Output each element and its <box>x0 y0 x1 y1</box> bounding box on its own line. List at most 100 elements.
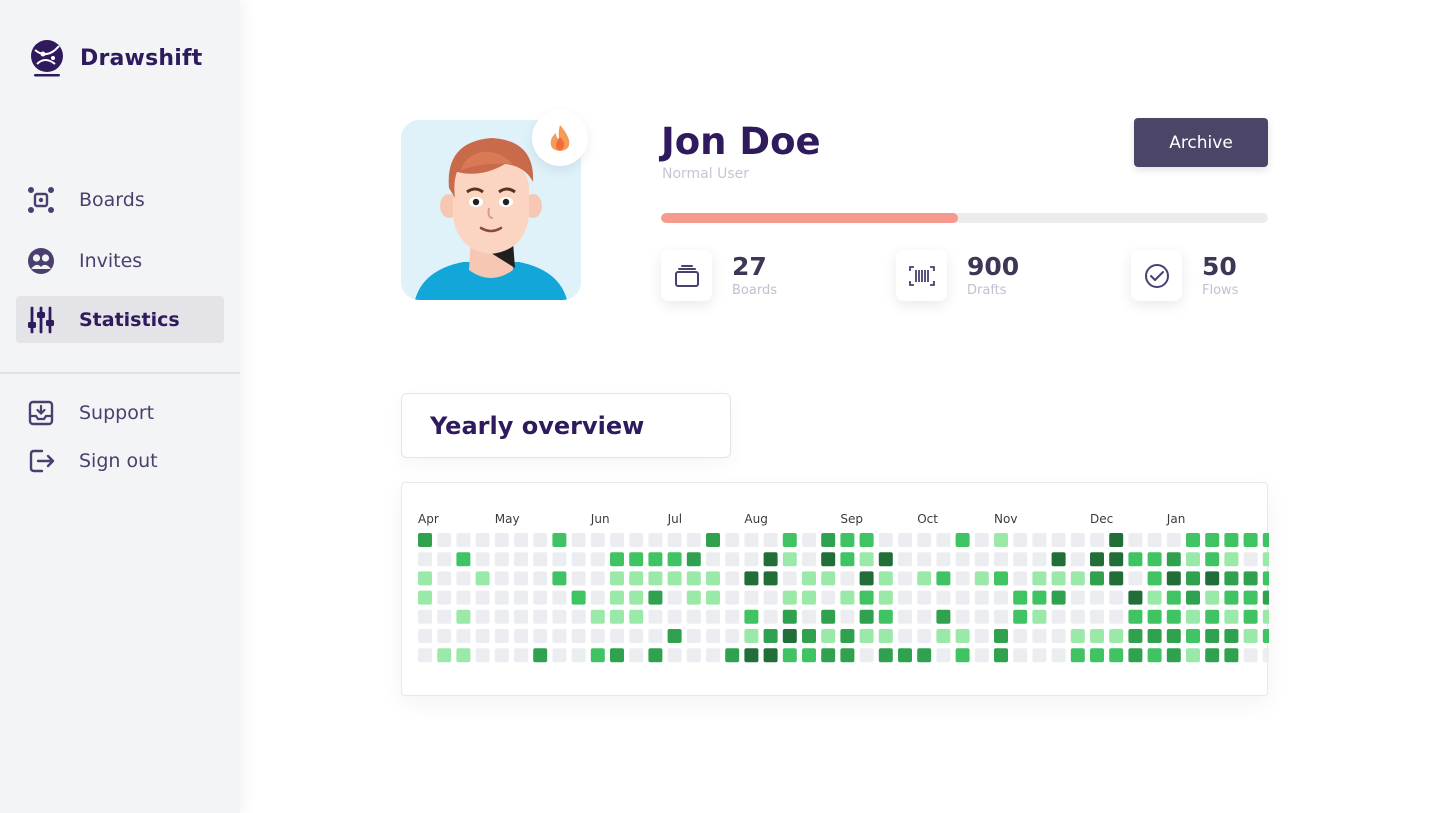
heatmap-cell[interactable] <box>1070 609 1085 624</box>
heatmap-cell[interactable] <box>590 571 605 586</box>
heatmap-cell[interactable] <box>610 648 624 663</box>
heatmap-cell[interactable] <box>1205 571 1220 586</box>
heatmap-cell[interactable] <box>590 648 605 663</box>
sidebar-item-boards[interactable]: Boards <box>16 176 224 223</box>
heatmap-cell[interactable] <box>418 590 432 605</box>
heatmap-cell[interactable] <box>1147 590 1162 605</box>
heatmap-cell[interactable] <box>1013 609 1028 624</box>
heatmap-cell[interactable] <box>1262 571 1269 586</box>
heatmap-cell[interactable] <box>1032 533 1047 547</box>
heatmap-cell[interactable] <box>917 552 932 567</box>
heatmap-cell[interactable] <box>974 590 989 605</box>
heatmap-cell[interactable] <box>840 571 855 586</box>
heatmap-cell[interactable] <box>648 552 663 567</box>
heatmap-cell[interactable] <box>974 609 989 624</box>
heatmap-cell[interactable] <box>706 629 720 643</box>
heatmap-cell[interactable] <box>475 648 490 663</box>
sidebar-item-support[interactable]: Support <box>16 389 224 436</box>
heatmap-cell[interactable] <box>782 571 797 586</box>
heatmap-cell[interactable] <box>1109 648 1124 663</box>
heatmap-cell[interactable] <box>802 571 816 586</box>
heatmap-cell[interactable] <box>1070 648 1085 663</box>
heatmap-cell[interactable] <box>514 552 528 567</box>
heatmap-cell[interactable] <box>1186 552 1200 567</box>
heatmap-cell[interactable] <box>1090 609 1104 624</box>
heatmap-cell[interactable] <box>917 533 932 547</box>
heatmap-cell[interactable] <box>1243 648 1258 663</box>
heatmap-cell[interactable] <box>552 571 567 586</box>
heatmap-cell[interactable] <box>667 648 682 663</box>
heatmap-cell[interactable] <box>1090 533 1104 547</box>
heatmap-cell[interactable] <box>1070 533 1085 547</box>
heatmap-cell[interactable] <box>418 629 432 643</box>
heatmap-cell[interactable] <box>1147 552 1162 567</box>
heatmap-cell[interactable] <box>1147 533 1162 547</box>
heatmap-cell[interactable] <box>898 609 912 624</box>
heatmap-cell[interactable] <box>1128 590 1143 605</box>
heatmap-cell[interactable] <box>437 533 452 547</box>
heatmap-cell[interactable] <box>1243 571 1258 586</box>
heatmap-cell[interactable] <box>1243 629 1258 643</box>
heatmap-cell[interactable] <box>802 648 816 663</box>
heatmap-cell[interactable] <box>706 590 720 605</box>
heatmap-cell[interactable] <box>878 552 893 567</box>
heatmap-cell[interactable] <box>629 590 644 605</box>
heatmap-cell[interactable] <box>744 629 759 643</box>
heatmap-cell[interactable] <box>936 648 951 663</box>
heatmap-cell[interactable] <box>571 590 586 605</box>
heatmap-cell[interactable] <box>782 609 797 624</box>
heatmap-cell[interactable] <box>437 629 452 643</box>
heatmap-cell[interactable] <box>1262 648 1269 663</box>
heatmap-cell[interactable] <box>802 590 816 605</box>
heatmap-cell[interactable] <box>917 590 932 605</box>
heatmap-cell[interactable] <box>744 571 759 586</box>
heatmap-cell[interactable] <box>725 648 740 663</box>
heatmap-cell[interactable] <box>686 609 701 624</box>
heatmap-cell[interactable] <box>533 648 548 663</box>
heatmap-cell[interactable] <box>802 552 816 567</box>
heatmap-cell[interactable] <box>840 533 855 547</box>
heatmap-cell[interactable] <box>1013 571 1028 586</box>
heatmap-cell[interactable] <box>974 552 989 567</box>
heatmap-cell[interactable] <box>1147 609 1162 624</box>
heatmap-cell[interactable] <box>571 648 586 663</box>
heatmap-cell[interactable] <box>1013 590 1028 605</box>
heatmap-cell[interactable] <box>514 533 528 547</box>
heatmap-cell[interactable] <box>1051 609 1066 624</box>
heatmap-cell[interactable] <box>456 629 471 643</box>
heatmap-cell[interactable] <box>475 571 490 586</box>
sidebar-item-sign-out[interactable]: Sign out <box>16 437 224 484</box>
heatmap-cell[interactable] <box>590 609 605 624</box>
heatmap-cell[interactable] <box>610 590 624 605</box>
heatmap-cell[interactable] <box>418 648 432 663</box>
heatmap-cell[interactable] <box>1128 533 1143 547</box>
heatmap-cell[interactable] <box>1205 552 1220 567</box>
heatmap-cell[interactable] <box>782 648 797 663</box>
heatmap-cell[interactable] <box>1032 571 1047 586</box>
heatmap-cell[interactable] <box>456 648 471 663</box>
heatmap-cell[interactable] <box>1243 609 1258 624</box>
heatmap-cell[interactable] <box>1166 590 1181 605</box>
heatmap-cell[interactable] <box>456 609 471 624</box>
heatmap-cell[interactable] <box>725 609 740 624</box>
heatmap-cell[interactable] <box>1032 609 1047 624</box>
heatmap-cell[interactable] <box>648 590 663 605</box>
heatmap-cell[interactable] <box>744 590 759 605</box>
brand[interactable]: Drawshift <box>29 38 202 78</box>
heatmap-cell[interactable] <box>667 533 682 547</box>
heatmap-cell[interactable] <box>494 552 509 567</box>
heatmap-cell[interactable] <box>1032 552 1047 567</box>
heatmap-cell[interactable] <box>994 609 1008 624</box>
heatmap-cell[interactable] <box>1224 571 1239 586</box>
heatmap-cell[interactable] <box>1032 629 1047 643</box>
heatmap-cell[interactable] <box>936 629 951 643</box>
heatmap-cell[interactable] <box>744 609 759 624</box>
heatmap-cell[interactable] <box>552 590 567 605</box>
heatmap-cell[interactable] <box>725 552 740 567</box>
heatmap-cell[interactable] <box>859 609 874 624</box>
heatmap-cell[interactable] <box>1186 648 1200 663</box>
heatmap-cell[interactable] <box>629 552 644 567</box>
heatmap-cell[interactable] <box>1109 629 1124 643</box>
heatmap-cell[interactable] <box>456 571 471 586</box>
heatmap-cell[interactable] <box>955 629 970 643</box>
